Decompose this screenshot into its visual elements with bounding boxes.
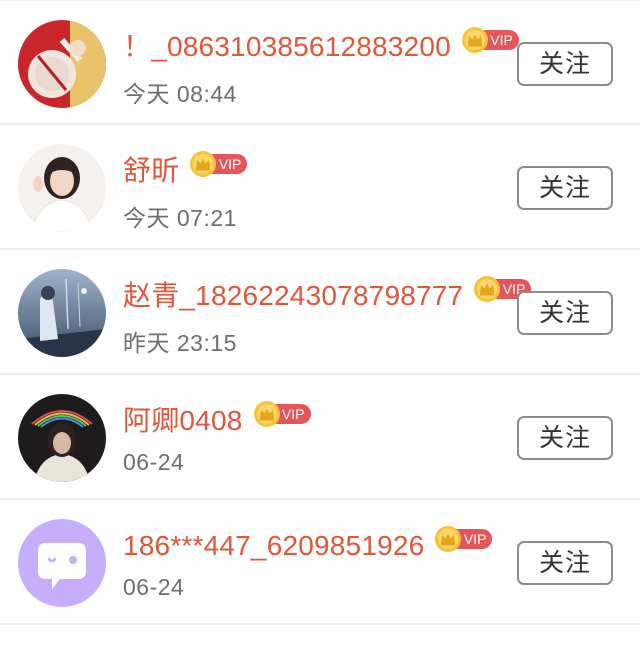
crown-icon [253, 401, 280, 427]
vip-badge: VIP [253, 400, 311, 427]
crown-icon [435, 526, 462, 552]
follow-button[interactable]: 关注 [517, 166, 613, 210]
avatar[interactable] [18, 269, 106, 357]
avatar[interactable] [18, 144, 106, 232]
crown-icon [474, 276, 501, 302]
vip-badge: VIP [189, 150, 248, 177]
list-item[interactable]: ！_086310385612883200 VIP 今天 08:44 关注 [0, 0, 640, 125]
timestamp: 今天 08:44 [123, 81, 237, 107]
avatar[interactable] [18, 394, 106, 482]
avatar[interactable] [18, 519, 106, 607]
crown-icon [190, 151, 217, 177]
follow-button[interactable]: 关注 [517, 541, 613, 585]
timestamp: 06-24 [123, 449, 185, 475]
follow-button[interactable]: 关注 [517, 291, 613, 335]
timestamp: 06-24 [123, 574, 185, 600]
vip-badge: VIP [461, 26, 519, 53]
list-item[interactable]: 186***447_6209851926 VIP 06-24 关注 [0, 500, 640, 625]
user-name[interactable]: 赵青_18262243078798777 [123, 276, 463, 316]
follow-button[interactable]: 关注 [517, 42, 613, 86]
follow-button[interactable]: 关注 [517, 416, 613, 460]
follow-list: ！_086310385612883200 VIP 今天 08:44 关注 舒昕 … [0, 0, 640, 646]
avatar[interactable] [18, 20, 106, 108]
default-chat-icon [18, 519, 106, 607]
timestamp: 昨天 23:15 [123, 330, 237, 356]
crown-icon [461, 27, 488, 53]
list-item[interactable]: 阿卿0408 VIP 06-24 关注 [0, 375, 640, 500]
list-item[interactable]: 赵青_18262243078798777 VIP 昨天 23:15 关注 [0, 250, 640, 375]
user-name[interactable]: 舒昕 [123, 151, 179, 191]
vip-badge: VIP [434, 525, 493, 552]
user-name[interactable]: ！_086310385612883200 [123, 27, 451, 67]
timestamp: 今天 07:21 [123, 205, 237, 231]
user-name[interactable]: 186***447_6209851926 [123, 526, 424, 566]
user-name[interactable]: 阿卿0408 [123, 401, 243, 441]
list-item[interactable]: 舒昕 VIP 今天 07:21 关注 [0, 125, 640, 250]
